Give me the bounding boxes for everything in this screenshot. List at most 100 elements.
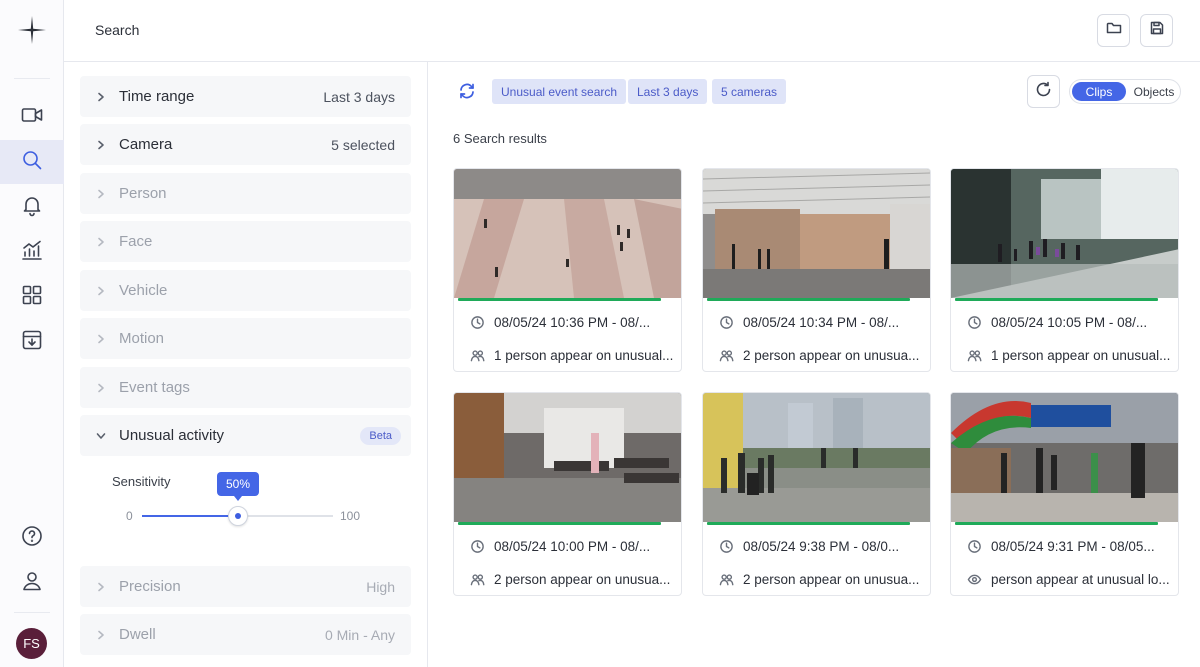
clip-time-row: 08/05/24 10:34 PM - 08/... <box>719 313 924 331</box>
clip-thumbnail[interactable] <box>951 393 1178 522</box>
result-card[interactable]: 08/05/24 10:34 PM - 08/... 2 person appe… <box>702 168 931 372</box>
sidebar-item-profile[interactable] <box>0 561 64 605</box>
clip-time-row: 08/05/24 9:31 PM - 08/05... <box>967 537 1172 555</box>
clip-thumbnail[interactable] <box>703 169 930 298</box>
open-folder-button[interactable] <box>1097 14 1130 47</box>
sidebar-item-search[interactable] <box>0 140 64 184</box>
result-card[interactable]: 08/05/24 10:05 PM - 08/... 1 person appe… <box>950 168 1179 372</box>
bell-icon <box>20 193 44 222</box>
filter-label: Vehicle <box>119 282 168 299</box>
clock-icon <box>968 315 981 329</box>
filter-camera[interactable]: Camera 5 selected <box>80 124 411 165</box>
tab-clips[interactable]: Clips <box>1072 82 1126 101</box>
icon-rail: FS <box>0 0 64 667</box>
filter-dwell[interactable]: Dwell 0 Min - Any <box>80 614 411 655</box>
clip-thumbnail[interactable] <box>454 169 681 298</box>
match-progress-bar <box>707 522 910 525</box>
page-title: Search <box>95 22 140 38</box>
filter-label: Event tags <box>119 379 190 396</box>
results-count: 6 Search results <box>453 131 547 146</box>
search-icon <box>20 148 44 177</box>
clip-time-row: 08/05/24 9:38 PM - 08/0... <box>719 537 924 555</box>
clock-icon <box>471 315 484 329</box>
clip-thumbnail[interactable] <box>703 393 930 522</box>
filter-face[interactable]: Face <box>80 221 411 262</box>
filter-label: Face <box>119 233 153 250</box>
top-bar: Search <box>64 0 1200 62</box>
filter-unusual-activity[interactable]: Unusual activity Beta <box>80 415 411 456</box>
result-card[interactable]: 08/05/24 10:36 PM - 08/... 1 person appe… <box>453 168 682 372</box>
refresh-button[interactable] <box>1027 75 1060 108</box>
chip-time-range[interactable]: Last 3 days <box>628 79 708 104</box>
sidebar-item-help[interactable] <box>0 516 64 560</box>
folder-icon <box>1106 20 1122 41</box>
filter-motion[interactable]: Motion <box>80 318 411 359</box>
match-progress-bar <box>955 298 1158 301</box>
filter-label: Unusual activity <box>119 427 225 444</box>
match-progress-bar <box>955 522 1158 525</box>
chevron-right-icon <box>96 383 106 393</box>
filter-label: Motion <box>119 330 165 347</box>
filter-label: Camera <box>119 136 173 153</box>
sensitivity-slider[interactable] <box>142 506 333 526</box>
clip-description: 2 person appear on unusua... <box>494 571 671 587</box>
rail-divider <box>14 78 50 79</box>
filter-event-tags[interactable]: Event tags <box>80 367 411 408</box>
sidebar-item-cameras[interactable] <box>0 95 64 139</box>
match-progress-bar <box>458 298 661 301</box>
filter-person[interactable]: Person <box>80 173 411 214</box>
grid-icon <box>20 283 44 312</box>
sidebar-item-exports[interactable] <box>0 320 64 364</box>
filter-label: Precision <box>119 578 181 595</box>
clip-thumbnail[interactable] <box>951 169 1178 298</box>
chip-cameras[interactable]: 5 cameras <box>712 79 787 104</box>
sidebar-item-dashboard[interactable] <box>0 275 64 319</box>
chip-search-type[interactable]: Unusual event search <box>492 79 627 104</box>
slider-max-label: 100 <box>340 509 361 523</box>
chevron-right-icon <box>96 582 106 592</box>
download-icon <box>20 328 44 357</box>
chevron-right-icon <box>96 334 106 344</box>
match-progress-bar <box>458 522 661 525</box>
filter-value: 5 selected <box>331 136 395 153</box>
tab-objects[interactable]: Objects <box>1128 82 1180 101</box>
clip-desc-row: 1 person appear on unusual... <box>470 346 675 364</box>
filter-label: Dwell <box>119 626 156 643</box>
avatar[interactable]: FS <box>16 628 47 659</box>
sensitivity-label: Sensitivity <box>112 474 171 489</box>
results-area: Unusual event search Last 3 days 5 camer… <box>428 62 1200 667</box>
people-icon <box>470 573 485 585</box>
refresh-icon <box>1035 81 1052 103</box>
filter-time-range[interactable]: Time range Last 3 days <box>80 76 411 117</box>
filter-panel: Time range Last 3 days Camera 5 selected… <box>64 62 428 667</box>
user-icon <box>20 569 44 598</box>
chevron-right-icon <box>96 286 106 296</box>
rail-divider <box>14 612 50 613</box>
result-card[interactable]: 08/05/24 9:31 PM - 08/05... person appea… <box>950 392 1179 596</box>
result-card[interactable]: 08/05/24 10:00 PM - 08/... 2 person appe… <box>453 392 682 596</box>
clock-icon <box>720 315 733 329</box>
chevron-right-icon <box>96 189 106 199</box>
save-icon <box>1149 20 1165 41</box>
people-icon <box>470 349 485 361</box>
sensitivity-tooltip: 50% <box>217 472 259 501</box>
filter-vehicle[interactable]: Vehicle <box>80 270 411 311</box>
clip-thumbnail[interactable] <box>454 393 681 522</box>
eye-icon <box>967 574 982 584</box>
sync-icon <box>458 83 476 104</box>
clip-time-row: 08/05/24 10:36 PM - 08/... <box>470 313 675 331</box>
analytics-icon <box>20 238 44 267</box>
filter-label: Time range <box>119 88 195 105</box>
chevron-right-icon <box>96 630 106 640</box>
clip-description: person appear at unusual lo... <box>991 571 1170 587</box>
sidebar-item-analytics[interactable] <box>0 230 64 274</box>
clip-time: 08/05/24 10:00 PM - 08/... <box>494 538 651 554</box>
app-logo-icon[interactable] <box>16 14 48 46</box>
slider-handle[interactable] <box>228 506 248 526</box>
view-toggle: Clips Objects <box>1069 79 1181 104</box>
result-card[interactable]: 08/05/24 9:38 PM - 08/0... 2 person appe… <box>702 392 931 596</box>
filter-precision[interactable]: Precision High <box>80 566 411 607</box>
save-search-button[interactable] <box>1140 14 1173 47</box>
sidebar-item-alerts[interactable] <box>0 185 64 229</box>
reset-search-button[interactable] <box>458 82 478 102</box>
